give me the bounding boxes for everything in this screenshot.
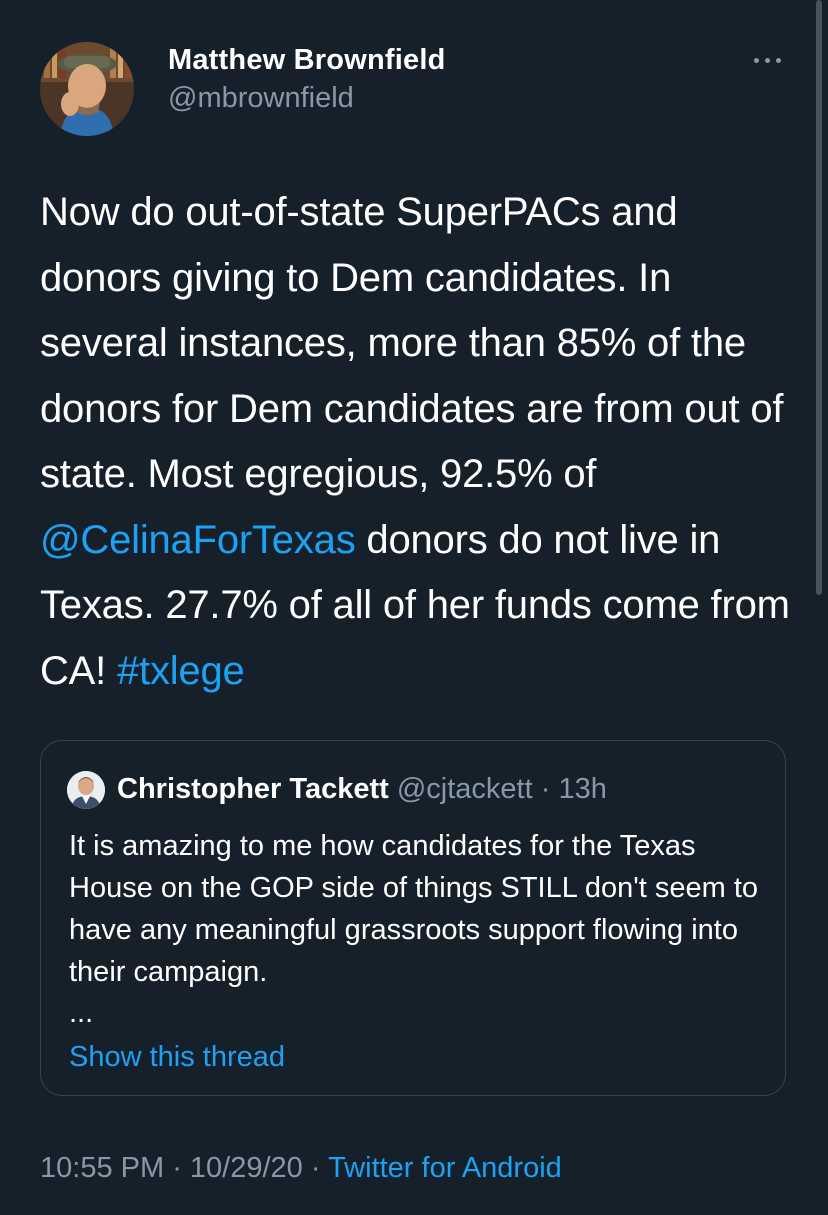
quoted-separator: · xyxy=(532,773,559,805)
quoted-tweet-text: It is amazing to me how candidates for t… xyxy=(69,825,769,1031)
more-horizontal-icon-dot xyxy=(776,58,781,63)
quoted-tweet-header: Christopher Tackett @cjtackett · 13h xyxy=(117,769,607,809)
author-handle[interactable]: @mbrownfield xyxy=(168,80,446,116)
more-horizontal-icon-dot xyxy=(765,58,770,63)
tweet-text: Now do out-of-state SuperPACs and donors… xyxy=(40,180,800,704)
tweet-source-link[interactable]: Twitter for Android xyxy=(328,1152,562,1184)
quoted-time-ago: 13h xyxy=(558,773,607,805)
more-horizontal-icon xyxy=(754,58,759,63)
show-thread-link[interactable]: Show this thread xyxy=(69,1037,285,1077)
tweet-date[interactable]: 10/29/20 xyxy=(190,1152,303,1184)
meta-separator: · xyxy=(302,1152,329,1184)
tweet-time[interactable]: 10:55 PM xyxy=(40,1152,164,1184)
scrollbar[interactable] xyxy=(816,0,822,595)
quoted-tweet-ellipsis: ... xyxy=(69,997,94,1029)
tweet-metadata: 10:55 PM · 10/29/20 · Twitter for Androi… xyxy=(40,1148,562,1188)
author-avatar[interactable] xyxy=(40,42,134,136)
author-display-name[interactable]: Matthew Brownfield xyxy=(168,42,446,78)
author-info: Matthew Brownfield @mbrownfield xyxy=(168,42,446,116)
quoted-author-handle: @cjtackett xyxy=(396,773,533,805)
quoted-author-avatar-image xyxy=(67,771,105,809)
hashtag-link[interactable]: #txlege xyxy=(117,649,245,693)
quoted-author-avatar[interactable] xyxy=(67,771,105,809)
meta-separator: · xyxy=(164,1152,190,1184)
quoted-tweet-body: It is amazing to me how candidates for t… xyxy=(69,830,759,988)
quoted-tweet-card[interactable]: Christopher Tackett @cjtackett · 13h It … xyxy=(40,740,786,1096)
more-options-button[interactable] xyxy=(750,48,786,72)
tweet-text-part1: Now do out-of-state SuperPACs and donors… xyxy=(40,190,784,496)
author-avatar-image xyxy=(40,42,134,136)
mention-link[interactable]: @CelinaForTexas xyxy=(40,518,356,562)
tweet-detail: Matthew Brownfield @mbrownfield Now do o… xyxy=(0,0,828,1215)
quoted-author-display-name: Christopher Tackett xyxy=(117,773,389,805)
